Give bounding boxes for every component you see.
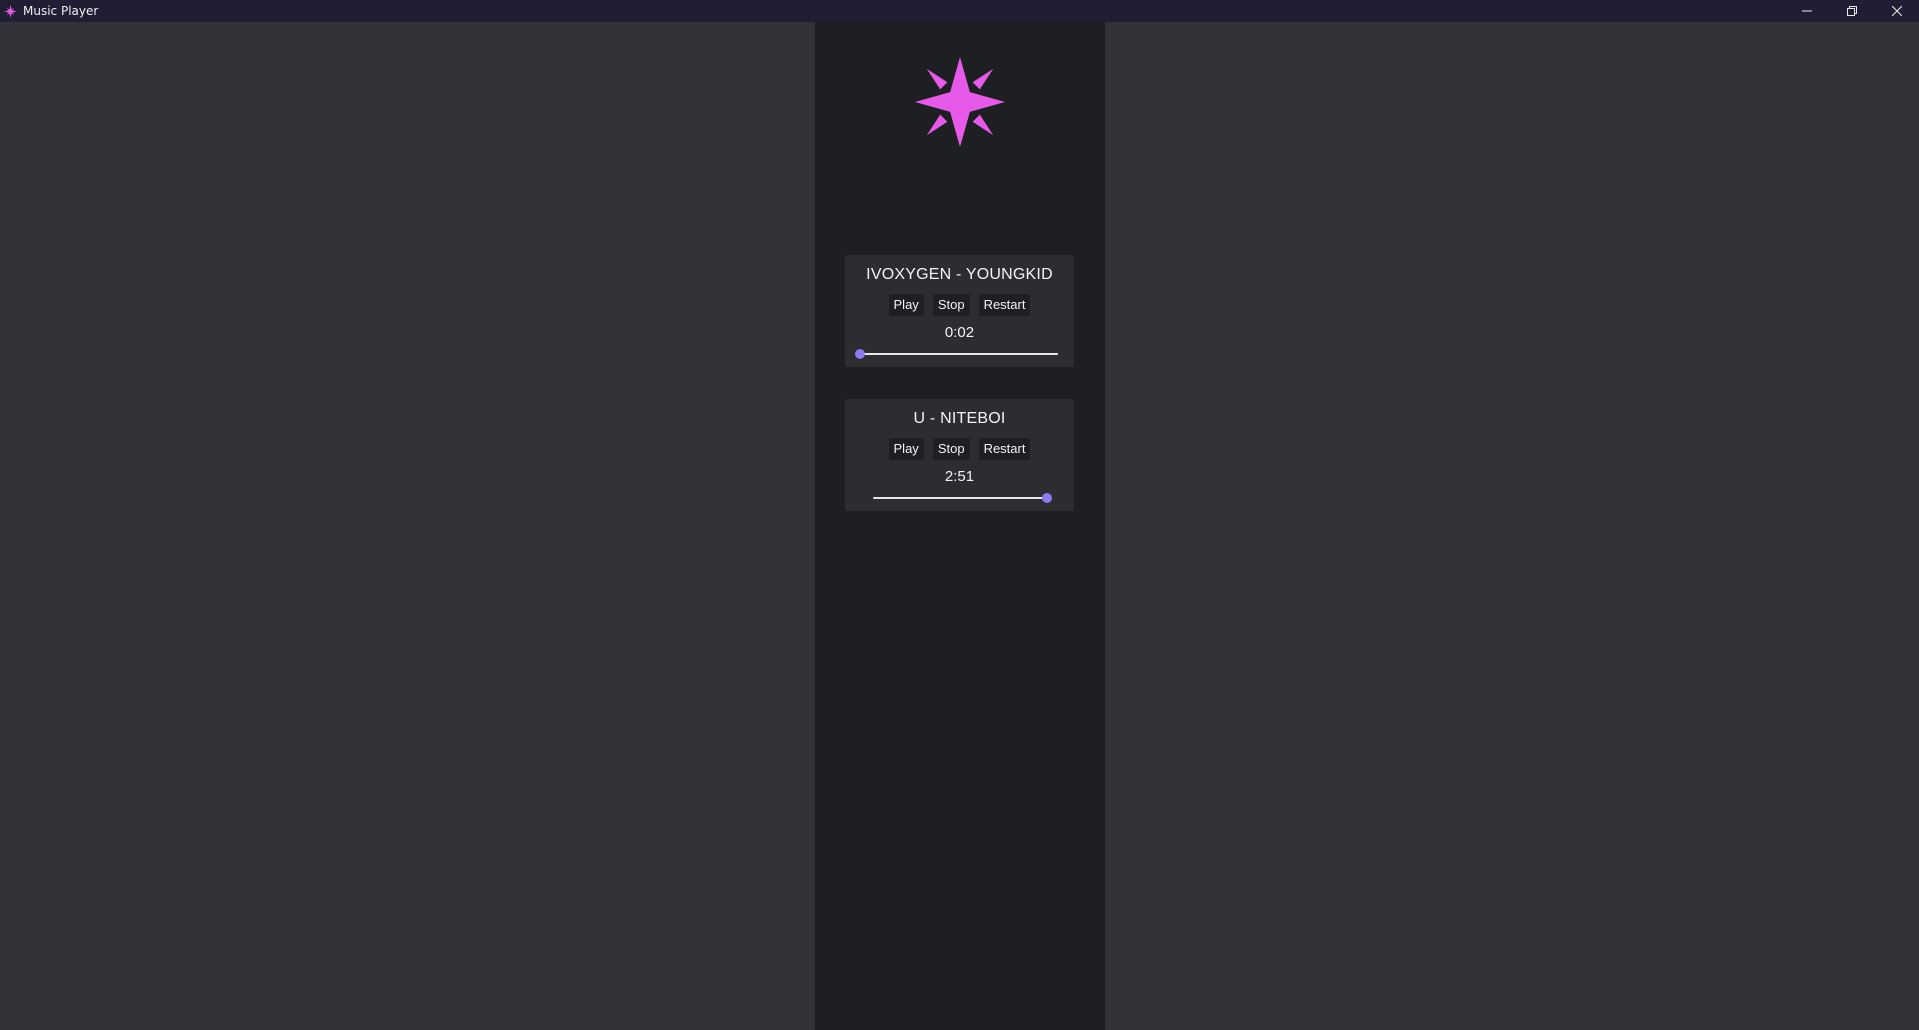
slider-thumb[interactable] [1042,493,1052,503]
stop-button[interactable]: Stop [932,294,970,316]
restore-button[interactable] [1829,0,1874,22]
app-background: IVOXYGEN - YOUNGKID Play Stop Restart 0:… [0,22,1919,1030]
restore-icon [1846,6,1857,16]
pink-star-logo-icon [915,57,1005,147]
track-card: U - NITEBOI Play Stop Restart 2:51 [845,399,1074,511]
track-title: IVOXYGEN - YOUNGKID [866,266,1053,283]
minimize-button[interactable] [1784,0,1829,22]
progress-slider[interactable] [855,348,1058,360]
window-title: Music Player [23,4,99,18]
track-controls: Play Stop Restart [845,438,1074,460]
play-button[interactable]: Play [888,438,924,460]
window-titlebar: Music Player [0,0,1919,22]
track-time: 0:02 [944,324,975,341]
track-controls: Play Stop Restart [845,294,1074,316]
close-button[interactable] [1874,0,1919,22]
slider-thumb[interactable] [855,349,865,359]
track-title: U - NITEBOI [913,410,1006,427]
app-star-icon [3,4,17,18]
play-button[interactable]: Play [888,294,924,316]
window-controls [1784,0,1919,22]
close-icon [1891,6,1902,16]
progress-slider[interactable] [873,492,1052,504]
player-column: IVOXYGEN - YOUNGKID Play Stop Restart 0:… [815,22,1105,1030]
track-card: IVOXYGEN - YOUNGKID Play Stop Restart 0:… [845,255,1074,367]
restart-button[interactable]: Restart [978,438,1031,460]
slider-track[interactable] [873,497,1047,499]
track-time: 2:51 [944,468,975,485]
minimize-icon [1801,10,1812,12]
restart-button[interactable]: Restart [978,294,1031,316]
stop-button[interactable]: Stop [932,438,970,460]
slider-track[interactable] [858,353,1058,355]
